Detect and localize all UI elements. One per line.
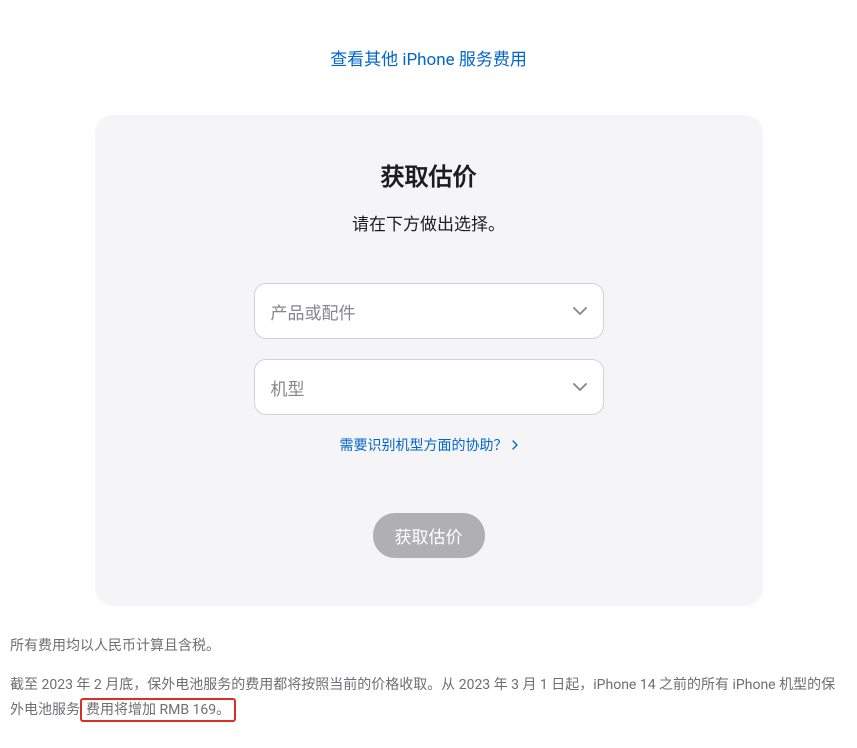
product-select[interactable]: 产品或配件 (254, 283, 604, 339)
estimate-card: 获取估价 请在下方做出选择。 产品或配件 机型 需要识别机型方面的协助？ (95, 115, 763, 606)
footer-line-2: 截至 2023 年 2 月底，保外电池服务的费用都将按照当前的价格收取。从 20… (10, 673, 847, 723)
model-select-placeholder: 机型 (271, 375, 305, 400)
card-subtitle: 请在下方做出选择。 (135, 210, 723, 235)
chevron-down-icon (573, 307, 587, 315)
view-other-services-link[interactable]: 查看其他 iPhone 服务费用 (10, 45, 847, 70)
footer-line-1: 所有费用均以人民币计算且含税。 (10, 634, 847, 659)
identify-model-help-link[interactable]: 需要识别机型方面的协助？ (135, 435, 723, 455)
get-estimate-button[interactable]: 获取估价 (373, 513, 485, 558)
help-link-text: 需要识别机型方面的协助？ (340, 435, 508, 455)
card-title: 获取估价 (135, 157, 723, 192)
footer-disclaimer: 所有费用均以人民币计算且含税。 截至 2023 年 2 月底，保外电池服务的费用… (10, 634, 847, 724)
price-increase-highlight: 费用将增加 RMB 169。 (80, 698, 236, 722)
model-select[interactable]: 机型 (254, 359, 604, 415)
product-select-placeholder: 产品或配件 (271, 299, 356, 324)
chevron-right-icon (512, 440, 518, 450)
chevron-down-icon (573, 383, 587, 391)
